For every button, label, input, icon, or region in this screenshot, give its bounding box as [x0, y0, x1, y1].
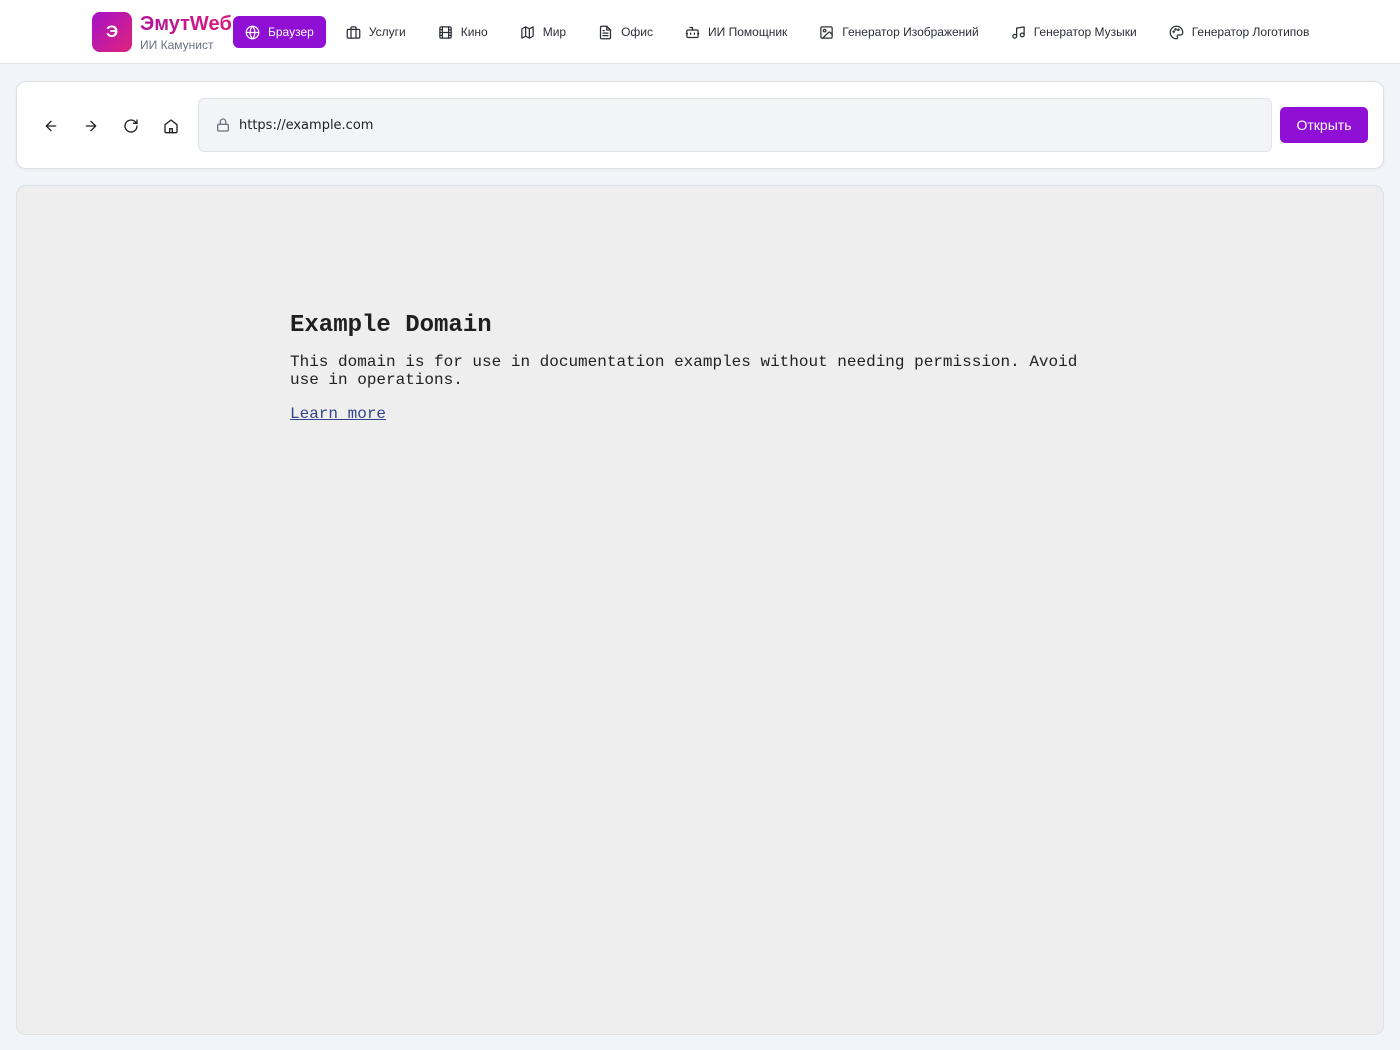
nav-item-music-generator[interactable]: Генератор Музыки	[999, 16, 1149, 48]
url-input[interactable]	[239, 117, 1219, 133]
nav-item-label: Браузер	[268, 25, 314, 39]
nav-item-label: Генератор Изображений	[842, 25, 979, 39]
app-subtitle: ИИ Камунист	[140, 38, 214, 52]
film-icon	[438, 25, 452, 39]
browser-content-frame[interactable]: Example Domain This domain is for use in…	[16, 185, 1384, 1035]
reload-icon	[124, 119, 138, 133]
nav-item-label: Услуги	[368, 25, 406, 39]
nav-item-browser[interactable]: Браузер	[233, 16, 326, 48]
nav-item-image-generator[interactable]: Генератор Изображений	[807, 16, 990, 48]
music-icon	[1011, 25, 1025, 39]
image-icon	[820, 25, 834, 39]
nav-item-office[interactable]: Офис	[586, 16, 665, 48]
top-navigation-bar: Э ЭмутWeб ИИ Камунист Браузер Услуги Кин…	[0, 0, 1400, 64]
nav-item-label: ИИ Помощник	[708, 25, 788, 39]
nav-item-label: Генератор Музыки	[1033, 25, 1137, 39]
nav-item-label: Генератор Логотипов	[1191, 25, 1310, 39]
nav-item-services[interactable]: Услуги	[334, 16, 418, 48]
browser-toolbar: Открыть	[16, 81, 1384, 169]
nav-item-cinema[interactable]: Кино	[426, 16, 500, 48]
nav-item-label: Мир	[542, 25, 567, 39]
nav-item-label: Кино	[460, 25, 488, 39]
nav-item-logo-generator[interactable]: Генератор Логотипов	[1157, 16, 1322, 48]
page-paragraph: This domain is for use in documentation …	[290, 353, 1078, 389]
address-bar[interactable]	[198, 98, 1272, 152]
nav-item-world[interactable]: Мир	[508, 16, 578, 48]
home-icon	[164, 119, 178, 134]
app-logo[interactable]: Э	[92, 12, 132, 52]
learn-more-link[interactable]: Learn more	[290, 405, 386, 423]
app-name: ЭмутWeб	[140, 13, 232, 35]
nav-item-ai-assistant[interactable]: ИИ Помощник	[673, 16, 799, 48]
document-icon	[599, 25, 612, 39]
web-page: Example Domain This domain is for use in…	[290, 312, 1090, 423]
briefcase-icon	[346, 25, 361, 39]
home-button[interactable]	[159, 114, 183, 138]
back-button[interactable]	[39, 114, 63, 138]
open-button[interactable]: Открыть	[1280, 107, 1368, 143]
robot-icon	[685, 26, 700, 38]
lock-icon	[217, 118, 229, 132]
reload-button[interactable]	[119, 114, 143, 138]
forward-button[interactable]	[79, 114, 103, 138]
main-nav: Браузер Услуги Кино Мир Офис ИИ Помощник…	[233, 16, 1329, 48]
nav-item-label: Офис	[621, 25, 654, 39]
arrow-left-icon	[45, 120, 57, 132]
palette-icon	[1169, 25, 1184, 39]
page-heading: Example Domain	[290, 312, 492, 339]
globe-icon	[245, 25, 260, 39]
map-icon	[520, 25, 534, 39]
arrow-right-icon	[85, 120, 97, 132]
